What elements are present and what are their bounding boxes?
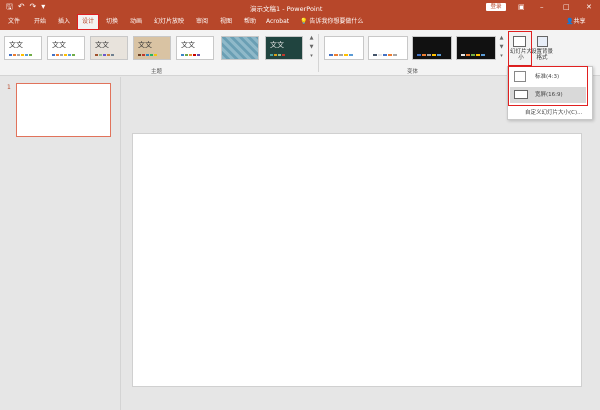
theme-colors [95, 54, 114, 56]
close-icon[interactable]: ✕ [586, 2, 592, 12]
tab-slideshow[interactable]: 幻灯片放映 [154, 18, 184, 26]
scroll-down-icon: ▼ [499, 44, 504, 50]
window-title: 演示文稿1 - PowerPoint [250, 5, 323, 13]
signin-button[interactable]: 登录 [486, 3, 506, 11]
theme-sample-text: 文文 [270, 41, 284, 49]
themes-gallery-scroll[interactable]: ▲ ▼ ▾ [308, 34, 315, 62]
share-label: 共享 [573, 18, 586, 25]
theme-colors [181, 54, 200, 56]
tell-me-label: 告诉我你想要做什么 [309, 18, 364, 25]
ribbon-display-icon[interactable]: ▣ [518, 2, 525, 12]
custom-slide-size-option[interactable]: 自定义幻灯片大小(C)... [525, 109, 582, 117]
theme-thumbnail-6[interactable] [221, 36, 259, 60]
tab-file[interactable]: 文件 [8, 18, 20, 26]
variants-group-label: 变体 [407, 69, 419, 75]
more-icon: ▾ [310, 53, 313, 59]
tab-home[interactable]: 开始 [34, 18, 46, 26]
tab-acrobat[interactable]: Acrobat [266, 18, 289, 26]
tab-view[interactable]: 视图 [220, 18, 232, 26]
scroll-up-icon: ▲ [499, 35, 504, 41]
slide-number: 1 [7, 84, 11, 91]
group-divider [318, 34, 319, 72]
variant-colors [417, 54, 441, 56]
themes-group-label: 主题 [151, 69, 163, 75]
maximize-icon[interactable]: □ [563, 2, 570, 12]
theme-sample-text: 文文 [181, 41, 195, 49]
variant-thumbnail-3[interactable] [412, 36, 452, 60]
scroll-down-icon: ▼ [309, 44, 314, 50]
tell-me-search[interactable]: 💡 告诉我你想要做什么 [300, 18, 363, 26]
theme-sample-text: 文文 [9, 41, 23, 49]
save-icon[interactable]: 🖫 [6, 2, 13, 12]
tab-animations[interactable]: 动画 [130, 18, 142, 26]
theme-thumbnail-5[interactable]: 文文 [176, 36, 214, 60]
variant-thumbnail-4[interactable] [456, 36, 496, 60]
variant-thumbnail-2[interactable] [368, 36, 408, 60]
slide-canvas[interactable] [132, 133, 582, 387]
tab-help[interactable]: 帮助 [244, 18, 256, 26]
theme-colors [138, 54, 157, 56]
theme-colors [52, 54, 75, 56]
slide-thumbnail-1[interactable] [16, 83, 111, 137]
tab-review[interactable]: 审阅 [196, 18, 208, 26]
variant-thumbnail-1[interactable] [324, 36, 364, 60]
tab-insert[interactable]: 插入 [58, 18, 70, 26]
share-button[interactable]: 👤共享 [566, 18, 586, 26]
lightbulb-icon: 💡 [300, 18, 308, 25]
variants-gallery-scroll[interactable]: ▲ ▼ ▾ [498, 34, 505, 62]
theme-thumbnail-2[interactable]: 文文 [47, 36, 85, 60]
format-background-icon [537, 36, 548, 47]
redo-icon[interactable]: ↷ [30, 2, 37, 12]
theme-colors [9, 54, 32, 56]
tab-transitions[interactable]: 切换 [106, 18, 118, 26]
theme-thumbnail-4[interactable]: 文文 [133, 36, 171, 60]
tab-design-highlight [77, 14, 99, 30]
undo-icon[interactable]: ↶ [18, 2, 25, 12]
minimize-icon[interactable]: – [540, 2, 544, 12]
theme-colors [270, 54, 285, 56]
slide-size-highlight [508, 31, 532, 66]
scroll-up-icon: ▲ [309, 35, 314, 41]
title-bar: 🖫 ↶ ↷ ▾ 演示文稿1 - PowerPoint 登录 ▣ – □ ✕ [0, 0, 600, 14]
theme-thumbnail-3[interactable]: 文文 [90, 36, 128, 60]
theme-sample-text: 文文 [138, 41, 152, 49]
more-icon: ▾ [500, 53, 503, 59]
dropdown-highlight [508, 66, 588, 106]
theme-sample-text: 文文 [52, 41, 66, 49]
variant-colors [461, 54, 485, 56]
theme-sample-text: 文文 [95, 41, 109, 49]
quick-access-toolbar: 🖫 ↶ ↷ ▾ [6, 2, 45, 12]
theme-thumbnail-7[interactable]: 文文 [265, 36, 303, 60]
variant-colors [329, 54, 353, 56]
customize-qat-icon[interactable]: ▾ [41, 2, 45, 12]
variant-colors [373, 54, 397, 56]
format-background-label: 设置背景格式 [531, 49, 554, 61]
theme-thumbnail-1[interactable]: 文文 [4, 36, 42, 60]
